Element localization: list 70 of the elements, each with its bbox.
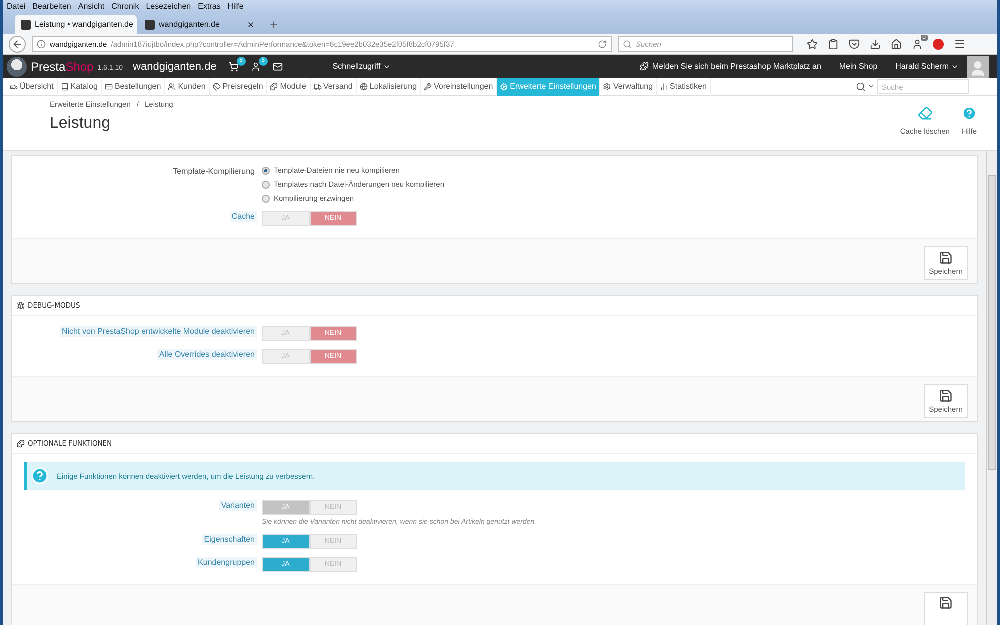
brand-logo: PrestaShop [31, 60, 94, 74]
radio-icon[interactable] [262, 166, 270, 174]
users-icon [168, 82, 176, 90]
user-menu[interactable]: Harald Scherm [896, 62, 959, 71]
cogs-icon [500, 82, 508, 90]
menu-item[interactable]: Extras [198, 2, 221, 10]
radio-icon[interactable] [262, 194, 270, 202]
book-icon [60, 82, 69, 90]
save-button[interactable] [924, 592, 968, 625]
info-icon[interactable] [37, 40, 46, 48]
plus-icon[interactable] [269, 20, 279, 30]
menu-item[interactable]: Chronik [112, 2, 140, 10]
bar-chart-icon [660, 82, 668, 90]
back-arrow-icon[interactable] [12, 38, 23, 50]
field-label: Eigenschaften [202, 534, 257, 545]
help-icon [962, 106, 977, 121]
my-shop-link[interactable]: Mein Shop [839, 62, 878, 71]
help-icon [31, 467, 49, 485]
bug-icon [17, 302, 25, 310]
back-button[interactable] [9, 36, 26, 52]
wrench-icon [424, 82, 432, 90]
home-icon[interactable] [891, 38, 902, 50]
browser-tab[interactable]: wandgiganten.de [139, 15, 261, 34]
field-label: Kundengruppen [196, 557, 257, 568]
logo-icon [7, 56, 27, 76]
puzzle-icon [17, 440, 25, 448]
field-label: Nicht von PrestaShop entwickelte Module deaktivieren [60, 326, 257, 337]
page-title: Leistung [50, 115, 112, 133]
menu-icon[interactable] [954, 38, 966, 50]
user-icon[interactable] [250, 62, 261, 72]
mail-icon[interactable] [272, 62, 283, 72]
caret-icon[interactable] [868, 83, 875, 90]
field-label: Alle Overrides deaktivieren [157, 349, 257, 360]
tags-icon [212, 82, 221, 90]
puzzle-icon [640, 62, 650, 71]
radio-icon[interactable] [262, 180, 270, 188]
close-icon[interactable] [247, 20, 255, 28]
menu-item[interactable]: Datei [7, 2, 26, 10]
search-icon [623, 40, 632, 48]
menu-item[interactable]: Ansicht [78, 2, 105, 10]
field-label: Template-Kompilierung [172, 166, 256, 177]
credit-card-icon [104, 82, 113, 90]
eraser-icon [918, 106, 933, 121]
star-icon[interactable] [807, 38, 818, 50]
download-icon[interactable] [870, 38, 881, 50]
field-label: Cache [230, 211, 257, 222]
tab-title: Leistung • wandgiganten.de [35, 20, 134, 29]
menu-item[interactable]: Bearbeiten [32, 2, 72, 10]
browser-tab[interactable]: Leistung • wandgiganten.de [15, 15, 137, 34]
avatar-icon[interactable] [967, 56, 989, 78]
favicon-icon [21, 20, 31, 30]
search-icon[interactable] [856, 82, 866, 92]
gear-icon [603, 82, 612, 90]
menu-item[interactable]: Lesezeichen [146, 2, 192, 10]
field-label: Varianten [219, 500, 257, 511]
clipboard-icon[interactable] [828, 38, 839, 50]
favicon-icon [145, 20, 155, 30]
user-icon[interactable] [912, 38, 923, 50]
car-icon [10, 82, 18, 90]
puzzle-icon [270, 82, 278, 90]
tab-title: wandgiganten.de [159, 20, 221, 29]
shop-name[interactable]: wandgiganten.de [133, 60, 217, 72]
truck-icon [314, 82, 322, 90]
scrollbar-thumb[interactable] [988, 175, 996, 470]
globe-icon [360, 82, 368, 90]
menu-item[interactable]: Hilfe [228, 2, 244, 10]
marketplace-link[interactable]: Melden Sie sich beim Prestashop Marktplatz an [640, 62, 822, 71]
reload-icon[interactable] [598, 40, 607, 48]
quick-access-menu[interactable]: Schnellzugriff [332, 62, 391, 71]
cart-icon[interactable] [228, 62, 239, 72]
